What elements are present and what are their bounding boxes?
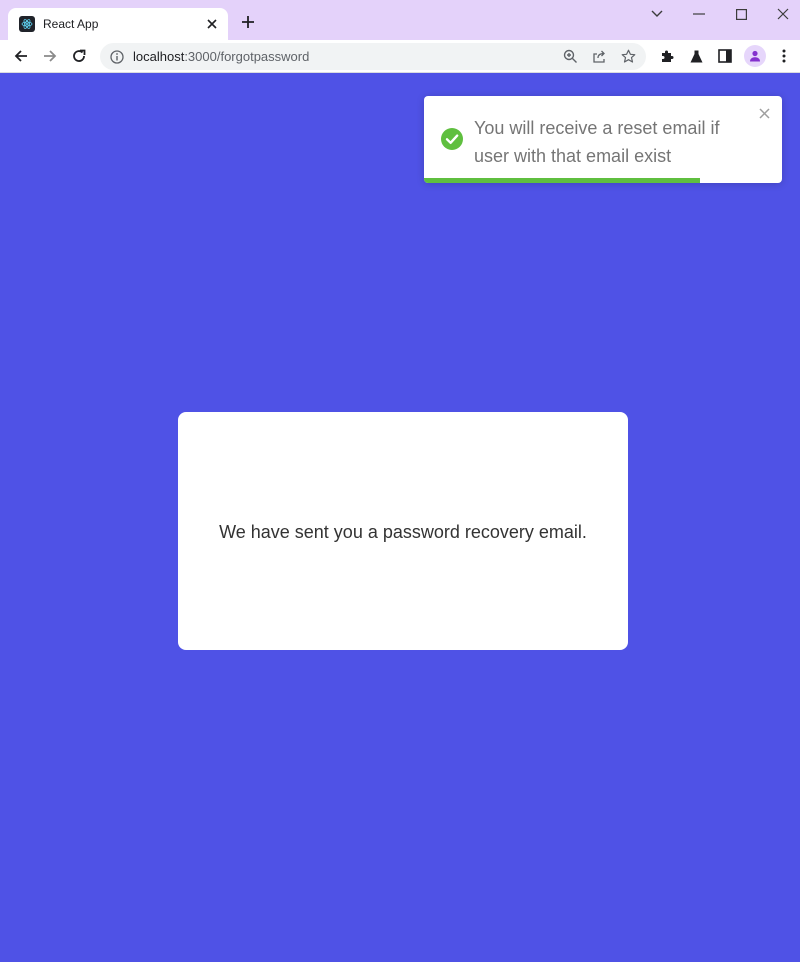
toast-close-icon[interactable] — [756, 105, 772, 121]
plus-icon — [242, 16, 254, 28]
minimize-button[interactable] — [684, 4, 714, 24]
arrow-right-icon — [44, 50, 57, 62]
close-icon — [777, 8, 789, 20]
share-icon[interactable] — [588, 46, 610, 68]
confirmation-message: We have sent you a password recovery ema… — [219, 521, 587, 542]
success-toast[interactable]: You will receive a reset email if user w… — [424, 96, 782, 183]
reload-icon — [73, 49, 86, 62]
browser-toolbar: localhost:3000/forgotpassword — [0, 40, 800, 72]
new-tab-button[interactable] — [238, 12, 258, 32]
confirmation-card: We have sent you a password recovery ema… — [178, 412, 628, 650]
puzzle-icon[interactable] — [656, 45, 678, 67]
toast-progress-track — [424, 178, 782, 183]
url-text[interactable]: localhost:3000/forgotpassword — [133, 49, 559, 64]
toast-progress-bar — [424, 178, 700, 183]
zoom-icon[interactable] — [559, 46, 581, 68]
star-icon[interactable] — [617, 46, 639, 68]
check-circle-icon — [441, 128, 463, 155]
close-window-button[interactable] — [768, 4, 798, 24]
maximize-button[interactable] — [726, 4, 756, 24]
flask-icon[interactable] — [685, 45, 707, 67]
minimize-icon — [693, 13, 705, 15]
url-path: :3000/forgotpassword — [184, 49, 310, 64]
reload-button[interactable] — [67, 44, 91, 68]
back-button[interactable] — [9, 44, 33, 68]
arrow-left-icon — [14, 50, 27, 62]
browser-tab[interactable]: React App — [8, 8, 228, 40]
tab-search-button[interactable] — [642, 4, 672, 24]
avatar-icon[interactable] — [744, 45, 766, 67]
kebab-menu-icon[interactable] — [773, 45, 795, 67]
browser-titlebar: React App — [0, 0, 800, 40]
tab-title: React App — [43, 17, 99, 31]
maximize-icon — [735, 8, 747, 20]
toolbar-divider — [0, 72, 800, 73]
address-bar[interactable]: localhost:3000/forgotpassword — [100, 43, 646, 70]
react-logo-icon — [19, 16, 35, 32]
url-host: localhost — [133, 49, 185, 64]
forward-button[interactable] — [38, 44, 62, 68]
chevron-down-icon — [651, 10, 663, 17]
tab-close-icon[interactable] — [202, 14, 222, 34]
toast-message: You will receive a reset email if user w… — [474, 118, 720, 166]
side-panel-icon[interactable] — [714, 45, 736, 67]
info-icon[interactable] — [109, 49, 125, 65]
